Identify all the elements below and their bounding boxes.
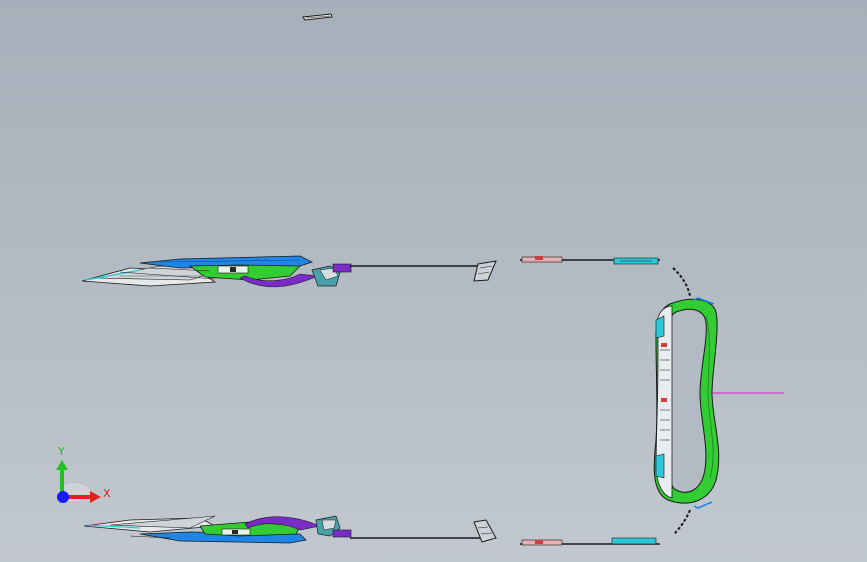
graphics-viewport[interactable]: Y X xyxy=(0,0,867,562)
lower-side-assembly-part[interactable] xyxy=(83,515,480,544)
front-ring-assembly-part[interactable] xyxy=(653,267,784,535)
top-small-bracket-part[interactable] xyxy=(302,13,333,21)
upper-rail-part[interactable] xyxy=(520,256,660,265)
y-axis-label: Y xyxy=(57,445,65,458)
upper-side-assembly-part[interactable] xyxy=(81,255,480,288)
cad-model-view[interactable]: Y X xyxy=(0,0,867,562)
x-axis-label: X xyxy=(103,487,111,500)
z-axis-point xyxy=(57,491,69,503)
lower-rail-part[interactable] xyxy=(520,537,660,546)
reference-triad: Y X xyxy=(56,445,111,503)
upper-clip-part[interactable] xyxy=(473,260,497,282)
